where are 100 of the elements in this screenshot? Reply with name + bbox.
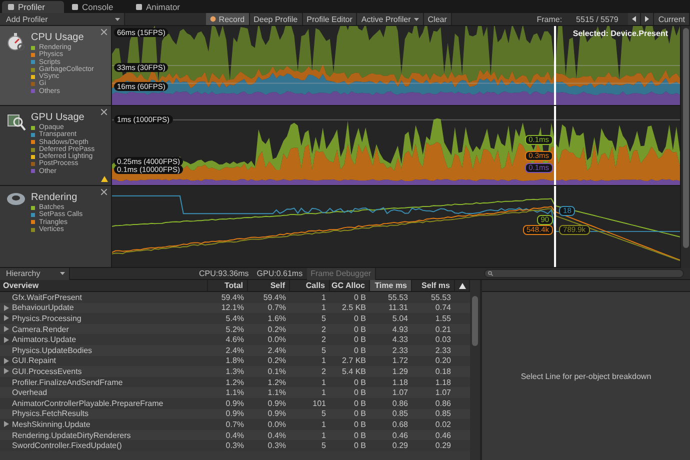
table-cell-text: 1.2% [266,376,287,388]
table-cell-text: 2 [320,366,327,377]
table-cell-text: 0 B [352,334,367,345]
table-cell-text: 1.07 [391,387,409,398]
table-cell-text: 0.7% [266,302,287,314]
table-cell-text: 0.0% [266,334,287,345]
column-header[interactable]: Self ms [412,280,455,291]
toolbar-button[interactable]: Clear [424,13,452,25]
caret-icon [60,272,65,275]
close-icon[interactable] [101,189,107,195]
function-name-cell-text: Overhead [11,387,48,398]
table-cell-text: 2.33 [391,344,409,356]
frame-label: Frame: [536,14,564,24]
magnifier-chip-icon [6,112,26,132]
scrollbar[interactable] [680,26,690,268]
table-cell-text: 4.6% [224,334,245,345]
function-name-cell-text: Profiler.FinalizeAndSendFrame [11,376,124,388]
table-cell-text: 0.9% [224,398,245,409]
tab-icon [136,4,142,10]
table-scrollbar[interactable] [470,280,480,460]
table-cell-text: 11.31 [388,302,409,314]
window-tab[interactable]: Profiler [2,1,64,13]
toolbar-button[interactable]: Profile Editor [302,13,358,25]
expand-triangle-icon[interactable] [4,421,9,428]
table-cell-text: 0.9% [266,398,287,409]
table-cell-text: 1.3% [224,366,245,377]
module-title: Rendering [31,192,78,204]
current-frame-button[interactable]: Current [654,13,690,25]
table-cell-text: 0.02 [434,419,452,430]
table-cell-text: 2.4% [266,344,287,356]
table-cell-text: 1.8% [224,356,245,366]
table-cell-text: 0.4% [224,430,245,440]
table-cell-text: 0.29 [434,440,452,451]
table-cell-text: 0.3% [266,440,287,451]
table-cell-text: 1.18 [434,376,452,388]
table-cell-text: 0.2% [266,324,287,334]
table-cell-text: 1 [320,302,327,314]
function-name-cell-text: SwordController.FixedUpdate() [11,440,123,451]
table-cell-text: 12.1% [220,302,245,314]
table-cell-text: 0.18 [434,366,452,377]
table-cell-text: 2 [320,324,327,334]
table-cell-text: 1.1% [266,387,287,398]
toolbar-button[interactable]: Deep Profile [250,13,303,25]
table-cell-text: 1 [320,376,327,388]
function-name-cell: BehaviourUpdate [0,302,208,314]
table-cell-text: 4.33 [391,334,409,345]
cpu-time-label: CPU:93.36ms [198,269,250,278]
table-cell-text: 1.72 [391,356,409,366]
left-arrow-icon [632,16,636,22]
dropdown-button[interactable]: Active Profiler [357,13,424,25]
next-frame-button[interactable] [641,13,654,25]
table-cell-text: 1.6% [266,313,287,324]
view-dropdown[interactable]: Hierarchy [0,268,70,280]
table-cell-text: 0.03 [434,334,452,345]
function-name-cell-text: AnimatorControllerPlayable.PrepareFrame [11,398,164,409]
column-header[interactable]: Time ms [370,280,412,291]
table-cell-text: 5.4% [224,313,245,324]
close-icon[interactable] [101,29,107,35]
table-cell-text: 1.55 [434,313,452,324]
window-tab[interactable]: Animator [130,1,192,13]
close-icon[interactable] [101,109,107,115]
function-name-cell-text: Rendering.UpdateDirtyRenderers [11,430,132,440]
frame-counter: 5515 / 5579 [575,14,620,24]
column-header[interactable]: Calls [290,280,330,291]
table-cell-text: 5.04 [391,313,409,324]
sort-arrow-icon [458,282,466,288]
table-cell-text: 0.85 [434,408,452,420]
table-cell-text: 59.4% [220,292,245,303]
record-button[interactable]: Record [206,13,250,25]
column-header[interactable]: Total [208,280,248,291]
search-field[interactable] [484,269,684,278]
table-cell-text: 1 [320,356,327,366]
table-cell-text: 0.3% [224,440,245,451]
table-cell-text: 0.21 [434,324,452,334]
add-profiler-dropdown[interactable]: Add Profiler [0,13,125,25]
table-cell-text: 1.18 [391,376,409,388]
table-cell-text: 5 [320,440,327,451]
function-name-cell: Camera.Render [0,324,208,334]
table-cell-text: 1 [320,292,327,303]
function-name-cell: Animators.Update [0,334,208,345]
table-cell-text: 0 B [352,387,367,398]
table-cell-text: 0.86 [391,398,409,409]
previous-frame-button[interactable] [628,13,642,25]
column-header[interactable]: Self [248,280,290,291]
table-cell-text: 0.0% [266,419,287,430]
table-cell-text: 2.5 KB [340,302,367,314]
function-name-cell: GUI.ProcessEvents [0,366,208,377]
gpu-time-label: GPU:0.61ms [256,269,304,278]
table-cell-text: 0 B [352,292,367,303]
table-cell-text: 0.2% [266,356,287,366]
window-tab[interactable]: Console [66,1,128,13]
column-header[interactable]: Overview [0,280,208,291]
function-name-cell-text: Physics.FetchResults [11,408,90,420]
table-cell-text: 1.07 [434,387,452,398]
stopwatch-icon [6,32,26,52]
table-cell-text: 0.4% [266,430,287,440]
table-cell-text: 5 [320,313,327,324]
table-cell-text: 0.20 [434,356,452,366]
module-title: CPU Usage [31,32,85,44]
table-cell-text: 0 B [352,398,367,409]
